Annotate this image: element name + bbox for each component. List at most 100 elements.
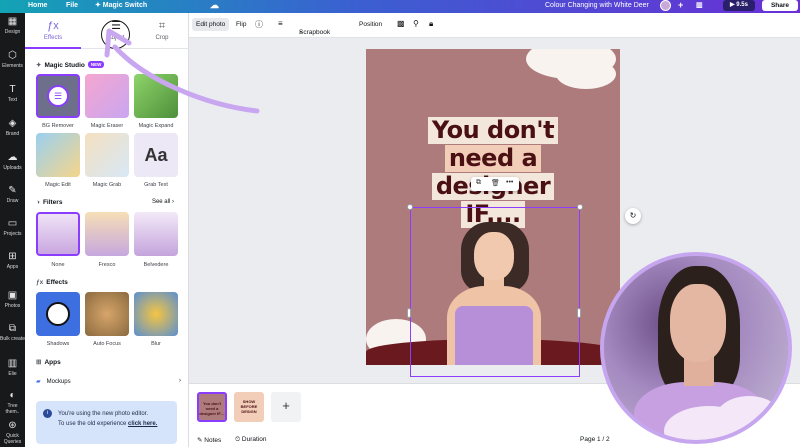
home-button[interactable]: Home	[28, 0, 47, 11]
apps-grid-icon: ⊞	[36, 359, 42, 366]
effect-auto-focus-tile[interactable]	[85, 292, 129, 336]
rail-item-bulk-create[interactable]: ⧉ Bulk create	[0, 323, 25, 343]
elements-icon: ⬡	[8, 50, 17, 61]
mockups-app-item[interactable]: ▰ Mockups ›	[36, 378, 181, 385]
rail-item-elie[interactable]: ▥ Elie	[0, 359, 25, 378]
rail-item-apps[interactable]: ⊞ Apps	[0, 251, 25, 271]
magic-expand-label: Magic Expand	[138, 123, 174, 129]
top-bar: Home File ✦ Magic Switch ☁ Colour Changi…	[0, 0, 800, 13]
filter-none-tile[interactable]	[36, 212, 80, 256]
cloud-graphic	[714, 396, 784, 440]
cloud-save-icon: ☁	[210, 0, 219, 10]
rail-item-elements[interactable]: ⬡ Elements	[0, 50, 25, 70]
resize-handle-left[interactable]	[407, 308, 411, 318]
projects-icon: ▭	[7, 218, 18, 229]
tree-theme-icon: ◐	[9, 390, 16, 401]
duration-button[interactable]: ⏲ Duration	[235, 436, 266, 444]
file-menu[interactable]: File	[66, 0, 78, 11]
annotation-arrow	[104, 28, 260, 114]
bulk-create-icon: ⧉	[8, 323, 17, 334]
info-icon[interactable]: ⓘ	[255, 19, 263, 30]
apps-heading: ⊞ Apps	[36, 359, 61, 366]
headline-line-2[interactable]: need a	[366, 145, 620, 172]
headline-line-1[interactable]: You don't	[366, 117, 620, 144]
editor-toolbar: Edit photo Flip ⓘ ≡ ⌕ Scrapbook Position…	[189, 13, 800, 38]
filters-icon: ◑	[36, 199, 40, 206]
add-page-button[interactable]: +	[271, 392, 301, 422]
rotate-icon[interactable]: ↻	[625, 208, 641, 224]
brand-icon: ◈	[8, 118, 17, 129]
effect-blur-tile[interactable]	[134, 292, 178, 336]
notes-button[interactable]: ✎ Notes	[197, 436, 221, 444]
filter-belvedere-label: Belvedere	[143, 262, 169, 268]
avatar[interactable]	[660, 0, 671, 11]
filter-belvedere-tile[interactable]	[134, 212, 178, 256]
rail-item-draw[interactable]: ✎ Draw	[0, 185, 25, 205]
info-icon: i	[43, 409, 52, 418]
filters-see-all-link[interactable]: See all ›	[152, 199, 174, 205]
lock-icon[interactable]: 🔒︎	[429, 19, 433, 29]
rail-item-design[interactable]: ▦ Design	[0, 17, 25, 36]
sliders-icon: ☰	[47, 85, 69, 107]
rail-item-text[interactable]: T Text	[0, 84, 25, 104]
filter-fresco-tile[interactable]	[85, 212, 129, 256]
resize-handle-right[interactable]	[577, 308, 581, 318]
left-rail: ▦ Design ⬡ Elements T Text ◈ Brand ☁ Uploads …	[0, 13, 25, 447]
lines-icon[interactable]: ≡	[278, 19, 283, 28]
magic-grab-tile[interactable]	[85, 133, 129, 177]
soccer-ball-icon	[46, 302, 70, 326]
insights-icon[interactable]: ▥	[696, 0, 703, 11]
tab-effects[interactable]: ƒx Effects	[26, 20, 80, 42]
more-icon[interactable]: •••	[506, 179, 513, 186]
share-button[interactable]: Share	[762, 0, 798, 11]
resize-handle-top-right[interactable]	[577, 204, 583, 210]
rail-item-photos[interactable]: ▣ Photos	[0, 290, 25, 310]
text-aa-icon: Aa	[144, 145, 168, 165]
add-collaborator-icon[interactable]: +	[678, 0, 683, 11]
document-title[interactable]: Colour Changing with White Deer	[545, 0, 649, 11]
page-thumbnail-2[interactable]: SHOW BEFORE DESIGN	[234, 392, 264, 422]
mockups-icon: ▰	[36, 379, 41, 385]
photo-editor-notice: i You're using the new photo editor. To …	[36, 401, 177, 444]
grab-text-tile[interactable]: Aa	[134, 133, 178, 177]
position-button[interactable]: Position	[359, 21, 382, 28]
rail-item-brand[interactable]: ◈ Brand	[0, 118, 25, 138]
cloud-graphic	[556, 59, 616, 89]
presenter-webcam	[600, 252, 792, 444]
draw-icon: ✎	[8, 185, 17, 196]
resize-handle-top-left[interactable]	[407, 204, 413, 210]
text-icon: T	[9, 84, 16, 95]
apps-icon: ⊞	[8, 251, 17, 262]
edit-photo-button[interactable]: Edit photo	[192, 18, 230, 31]
photos-icon: ▣	[7, 290, 18, 301]
rail-item-tree-theme[interactable]: ◐ Tree them..	[0, 390, 25, 416]
effects-icon: ƒx	[47, 20, 59, 32]
old-experience-link[interactable]: click here.	[128, 421, 157, 427]
magic-edit-tile[interactable]	[36, 133, 80, 177]
grab-text-label: Grab Text	[144, 182, 168, 188]
effects-icon: ƒx	[36, 279, 44, 286]
active-tab-indicator	[25, 47, 81, 49]
rail-item-uploads[interactable]: ☁ Uploads	[0, 152, 25, 172]
effects-heading: ƒx Effects	[36, 279, 68, 286]
effect-blur-label: Blur	[151, 341, 161, 347]
page-thumbnail-1[interactable]: You don't need a designer IF....	[197, 392, 227, 422]
quick-queries-icon: ⊛	[8, 420, 17, 431]
element-context-bar: ⧉ 🗑︎ •••	[471, 177, 519, 191]
trash-icon[interactable]: 🗑︎	[491, 179, 500, 187]
rail-item-projects[interactable]: ▭ Projects	[0, 218, 25, 238]
presenter-face	[670, 284, 726, 362]
present-button[interactable]: ▶ 9.5s	[723, 0, 755, 11]
bg-remover-tile[interactable]: ☰	[36, 74, 80, 118]
effect-shadows-tile[interactable]	[36, 292, 80, 336]
filters-heading: ◑ Filters	[36, 199, 63, 206]
link-icon[interactable]: ⚲	[413, 19, 419, 28]
transparency-icon[interactable]: ▩	[397, 19, 405, 28]
duplicate-icon[interactable]: ⧉	[476, 179, 481, 187]
flip-button[interactable]: Flip	[236, 21, 246, 28]
image-selection-box[interactable]	[410, 207, 580, 377]
sparkle-icon: ✦	[36, 62, 42, 69]
rail-item-quick-queries[interactable]: ⊛ Quick Queries	[0, 420, 25, 446]
magic-switch-button[interactable]: ✦ Magic Switch	[95, 0, 147, 11]
upload-icon: ☁	[7, 152, 18, 163]
